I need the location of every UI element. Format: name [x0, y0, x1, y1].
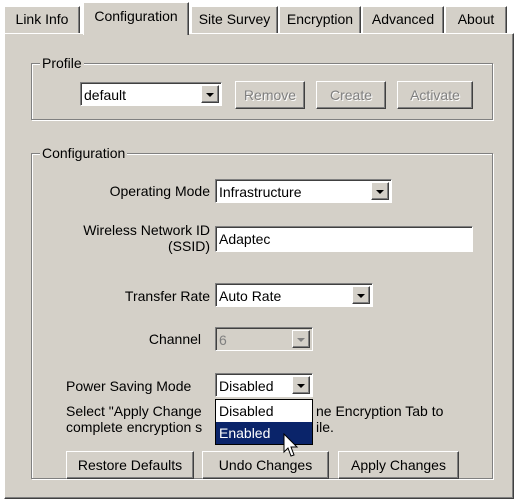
- apply-changes-button[interactable]: Apply Changes: [338, 451, 459, 479]
- channel-label: Channel: [148, 331, 201, 347]
- chevron-down-icon: [357, 294, 365, 298]
- transfer-rate-value: Auto Rate: [219, 288, 282, 304]
- channel-value: 6: [219, 332, 227, 348]
- channel-dropdown-button[interactable]: [292, 330, 310, 348]
- channel-select[interactable]: 6: [215, 327, 313, 351]
- transfer-rate-select[interactable]: Auto Rate: [215, 283, 373, 307]
- tab-encryption[interactable]: Encryption: [279, 6, 361, 33]
- create-button[interactable]: Create: [316, 81, 386, 109]
- profile-group-title: Profile: [40, 54, 84, 72]
- ssid-label-line2: (SSID): [168, 238, 210, 254]
- tab-link-info[interactable]: Link Info: [4, 6, 80, 33]
- dropdown-option-disabled[interactable]: Disabled: [216, 400, 312, 422]
- operating-mode-value: Infrastructure: [219, 184, 302, 200]
- profile-select[interactable]: default: [80, 82, 222, 106]
- tab-advanced[interactable]: Advanced: [362, 6, 444, 33]
- tab-configuration[interactable]: Configuration: [83, 2, 189, 35]
- note-line2-right: ile.: [316, 419, 334, 435]
- power-saving-value: Disabled: [219, 378, 274, 394]
- chevron-down-icon: [376, 190, 384, 194]
- tab-about[interactable]: About: [445, 6, 507, 33]
- note-line2-left: complete encryption s: [66, 419, 203, 435]
- chevron-down-icon: [297, 338, 305, 342]
- chevron-down-icon: [297, 384, 305, 388]
- ssid-label-line1: Wireless Network ID: [83, 222, 210, 238]
- restore-defaults-button[interactable]: Restore Defaults: [66, 451, 194, 479]
- undo-changes-button[interactable]: Undo Changes: [202, 451, 329, 479]
- power-saving-dropdown-button[interactable]: [292, 376, 310, 394]
- operating-mode-select[interactable]: Infrastructure: [215, 179, 392, 203]
- transfer-rate-dropdown-button[interactable]: [352, 286, 370, 304]
- chevron-down-icon: [206, 93, 214, 97]
- remove-button[interactable]: Remove: [235, 81, 305, 109]
- note-line1-left: Select "Apply Change: [66, 403, 202, 419]
- activate-button[interactable]: Activate: [397, 81, 473, 109]
- transfer-rate-label: Transfer Rate: [124, 288, 210, 304]
- tab-site-survey[interactable]: Site Survey: [191, 6, 278, 33]
- operating-mode-dropdown-button[interactable]: [371, 182, 389, 200]
- profile-select-value: default: [84, 87, 127, 103]
- configuration-group-title: Configuration: [40, 144, 128, 162]
- power-saving-label: Power Saving Mode: [66, 378, 192, 394]
- ssid-input-value: Adaptec: [219, 231, 271, 247]
- ssid-input[interactable]: Adaptec: [215, 226, 473, 252]
- note-line1-right: ne Encryption Tab to: [316, 403, 444, 419]
- profile-dropdown-button[interactable]: [201, 85, 219, 103]
- mouse-pointer-icon: [283, 433, 299, 457]
- power-saving-select[interactable]: Disabled: [215, 373, 313, 397]
- operating-mode-label: Operating Mode: [109, 183, 210, 199]
